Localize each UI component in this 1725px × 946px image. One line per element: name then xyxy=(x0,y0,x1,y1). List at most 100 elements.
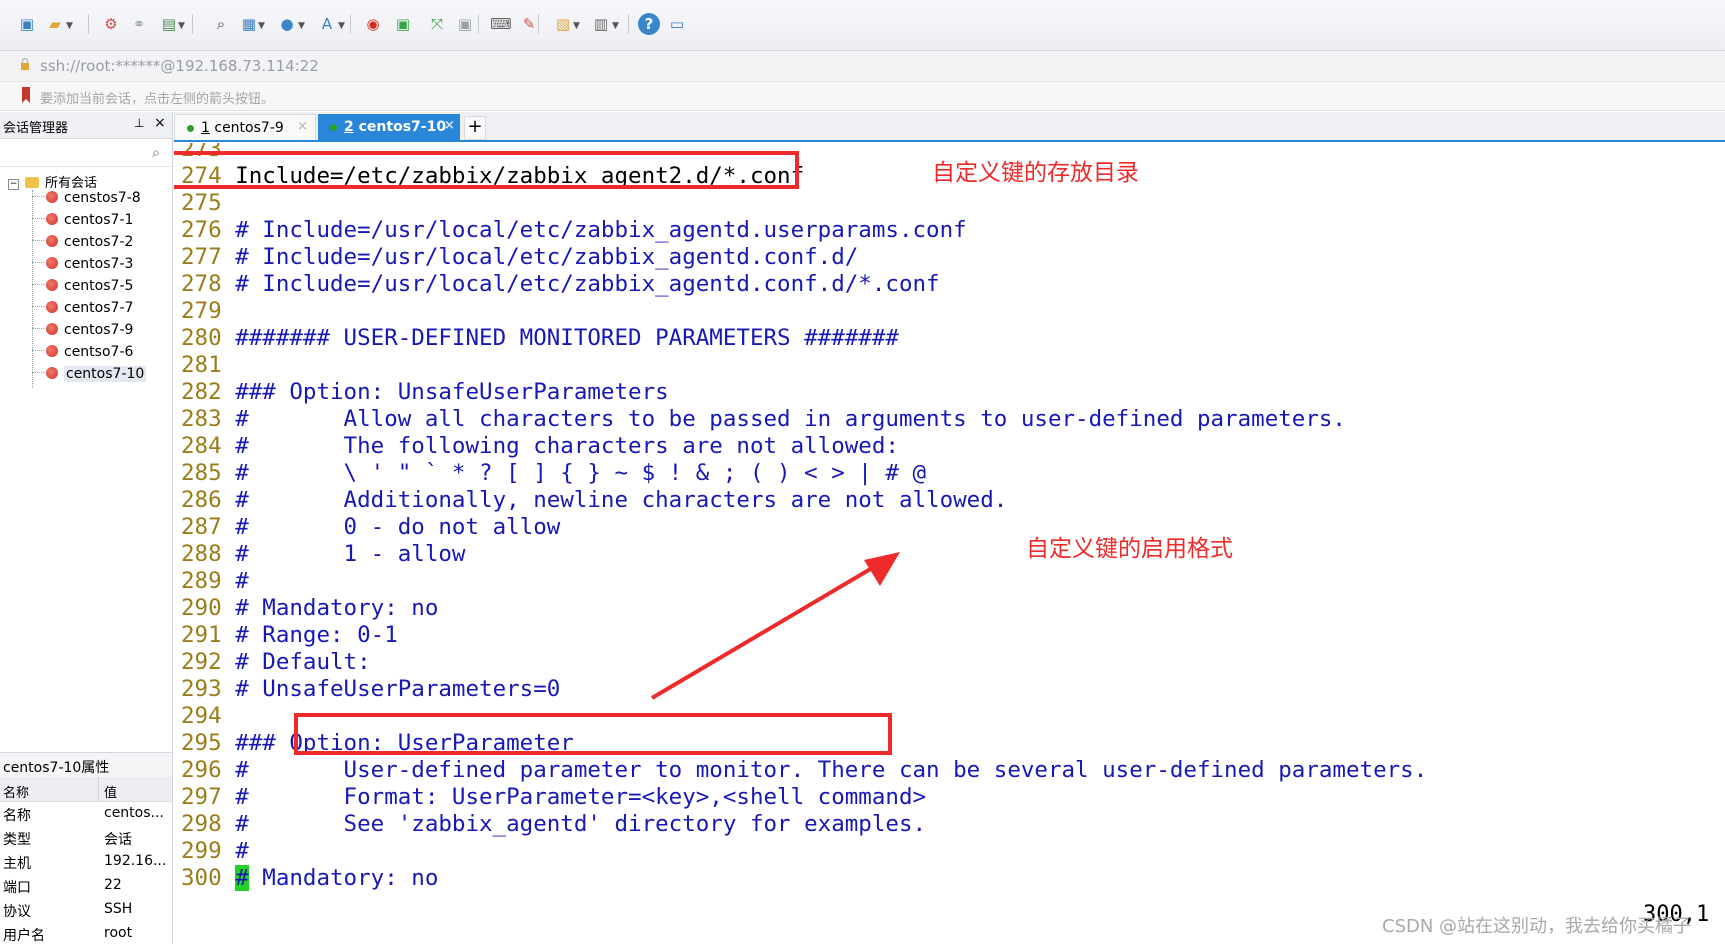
session-search-input[interactable]: ⌕ xyxy=(0,142,172,167)
property-row[interactable]: 类型 会话 xyxy=(0,826,172,850)
close-tab-icon[interactable]: × xyxy=(297,119,308,134)
property-row[interactable]: 协议 SSH xyxy=(0,898,172,922)
session-item[interactable]: centos7-9 xyxy=(32,322,133,342)
session-item-label: centos7-2 xyxy=(64,234,134,250)
tree-connector xyxy=(32,196,44,197)
session-item[interactable]: centos7-7 xyxy=(32,300,133,320)
collapse-icon[interactable]: − xyxy=(8,179,19,190)
session-icon xyxy=(46,301,58,313)
session-item[interactable]: centso7-6 xyxy=(32,344,133,364)
open-folder-icon[interactable]: ▰ xyxy=(44,13,66,35)
tab-underline xyxy=(174,140,1725,142)
tab-centos7-10[interactable]: 2 centos7-10 × xyxy=(318,114,460,140)
close-icon[interactable]: × xyxy=(154,115,166,131)
tree-root-label: 所有会话 xyxy=(45,176,98,191)
fullscreen-icon[interactable]: ⤧ xyxy=(426,13,448,35)
address-bar[interactable]: ssh://root:******@192.168.73.114:22 xyxy=(0,51,1725,82)
session-item[interactable]: censtos7-8 xyxy=(32,190,141,210)
session-icon xyxy=(46,235,58,247)
dropdown-arrow-icon[interactable]: ▼ xyxy=(66,21,73,31)
tab-bar: 1 centos7-9 × 2 centos7-10 × + xyxy=(174,112,1725,142)
session-item-label: centos7-3 xyxy=(64,256,134,272)
pane-divider[interactable] xyxy=(172,112,173,944)
lock-icon xyxy=(21,58,29,70)
property-row[interactable]: 主机 192.16... xyxy=(0,850,172,874)
watermark: CSDN @站在这别动，我去给你买橘子 xyxy=(1382,916,1692,937)
tree-connector xyxy=(32,350,44,351)
session-icon xyxy=(46,213,58,225)
property-value: SSH xyxy=(104,901,133,917)
add-tab-icon[interactable]: ▧ xyxy=(552,13,574,35)
find-icon[interactable]: ⌕ xyxy=(210,13,232,35)
session-item-label: centos7-10 xyxy=(64,366,147,382)
property-row[interactable]: 端口 22 xyxy=(0,874,172,898)
annotation-enable-format: 自定义键的启用格式 xyxy=(1026,536,1233,562)
toolbar-separator xyxy=(538,14,539,34)
tree-connector xyxy=(32,284,44,285)
session-item-label: centos7-9 xyxy=(64,322,134,338)
xftp-icon[interactable]: ▣ xyxy=(392,13,414,35)
column-name[interactable]: 名称 xyxy=(3,782,29,801)
globe-icon[interactable]: ● xyxy=(276,13,298,35)
session-item[interactable]: centos7-3 xyxy=(32,256,133,276)
annotation-storage-dir: 自定义键的存放目录 xyxy=(932,160,1139,186)
property-key: 协议 xyxy=(3,904,31,920)
session-item[interactable]: centos7-10 xyxy=(32,366,147,386)
property-value: root xyxy=(104,925,133,941)
connect-icon[interactable]: ⚙ xyxy=(100,13,122,35)
close-tab-icon[interactable]: × xyxy=(444,118,455,133)
session-icon xyxy=(46,323,58,335)
session-item[interactable]: centos7-2 xyxy=(32,234,133,254)
toolbar-separator xyxy=(628,14,629,34)
dropdown-arrow-icon[interactable]: ▼ xyxy=(178,21,185,31)
property-row[interactable]: 名称 centos... xyxy=(0,802,172,826)
xshell-icon[interactable]: ◉ xyxy=(362,13,384,35)
disconnect-icon[interactable]: ⚭ xyxy=(128,13,150,35)
session-icon xyxy=(46,279,58,291)
property-row[interactable]: 用户名 root xyxy=(0,922,172,946)
dropdown-arrow-icon[interactable]: ▼ xyxy=(612,21,619,31)
tab-index: 1 xyxy=(201,120,210,136)
session-item-label: centos7-1 xyxy=(64,212,134,228)
dropdown-arrow-icon[interactable]: ▼ xyxy=(573,21,580,31)
annotation-arrow xyxy=(650,552,900,700)
tab-name: centos7-10 xyxy=(358,119,447,135)
lock-icon[interactable]: ▣ xyxy=(454,13,476,35)
help-icon[interactable]: ? xyxy=(638,13,660,35)
property-value: 会话 xyxy=(104,832,132,848)
session-settings-icon[interactable]: ▤ xyxy=(158,13,180,35)
tab-centos7-9[interactable]: 1 centos7-9 × xyxy=(174,114,316,141)
session-item-label: censtos7-8 xyxy=(64,190,141,206)
transfer-icon[interactable]: ▦ xyxy=(238,13,260,35)
toolbar-separator xyxy=(350,14,351,34)
terminal-view[interactable]: 273 274 Include=/etc/zabbix/zabbix_agent… xyxy=(174,143,1725,944)
session-item[interactable]: centos7-5 xyxy=(32,278,133,298)
bookmark-icon[interactable] xyxy=(22,87,30,103)
dropdown-arrow-icon[interactable]: ▼ xyxy=(258,21,265,31)
new-session-icon[interactable]: ▣ xyxy=(16,13,38,35)
tree-root-all-sessions[interactable]: − 所有会话 xyxy=(8,172,97,191)
connected-status-icon xyxy=(330,124,337,131)
layout-icon[interactable]: ▥ xyxy=(590,13,612,35)
highlight-icon[interactable]: ✎ xyxy=(518,13,540,35)
property-value: centos... xyxy=(104,805,164,821)
dropdown-arrow-icon[interactable]: ▼ xyxy=(298,21,305,31)
search-icon[interactable]: ⌕ xyxy=(152,145,160,161)
font-icon[interactable]: A xyxy=(316,13,338,35)
session-icon xyxy=(46,345,58,357)
keyboard-icon[interactable]: ⌨ xyxy=(490,13,512,35)
new-tab-button[interactable]: + xyxy=(464,116,486,140)
dropdown-arrow-icon[interactable]: ▼ xyxy=(338,21,345,31)
session-item[interactable]: centos7-1 xyxy=(32,212,133,232)
chat-icon[interactable]: ▭ xyxy=(666,13,688,35)
property-value: 192.16... xyxy=(104,853,167,869)
column-value[interactable]: 值 xyxy=(104,782,117,801)
pin-icon[interactable]: ⊥ xyxy=(134,116,144,130)
session-item-label: centso7-6 xyxy=(64,344,134,360)
address-url[interactable]: ssh://root:******@192.168.73.114:22 xyxy=(40,57,319,75)
column-divider[interactable] xyxy=(98,777,99,801)
session-manager-title: 会话管理器 xyxy=(3,121,69,136)
tab-label: 2 centos7-10 xyxy=(344,119,446,135)
folder-icon xyxy=(25,177,39,188)
tab-name: centos7-9 xyxy=(214,120,284,136)
